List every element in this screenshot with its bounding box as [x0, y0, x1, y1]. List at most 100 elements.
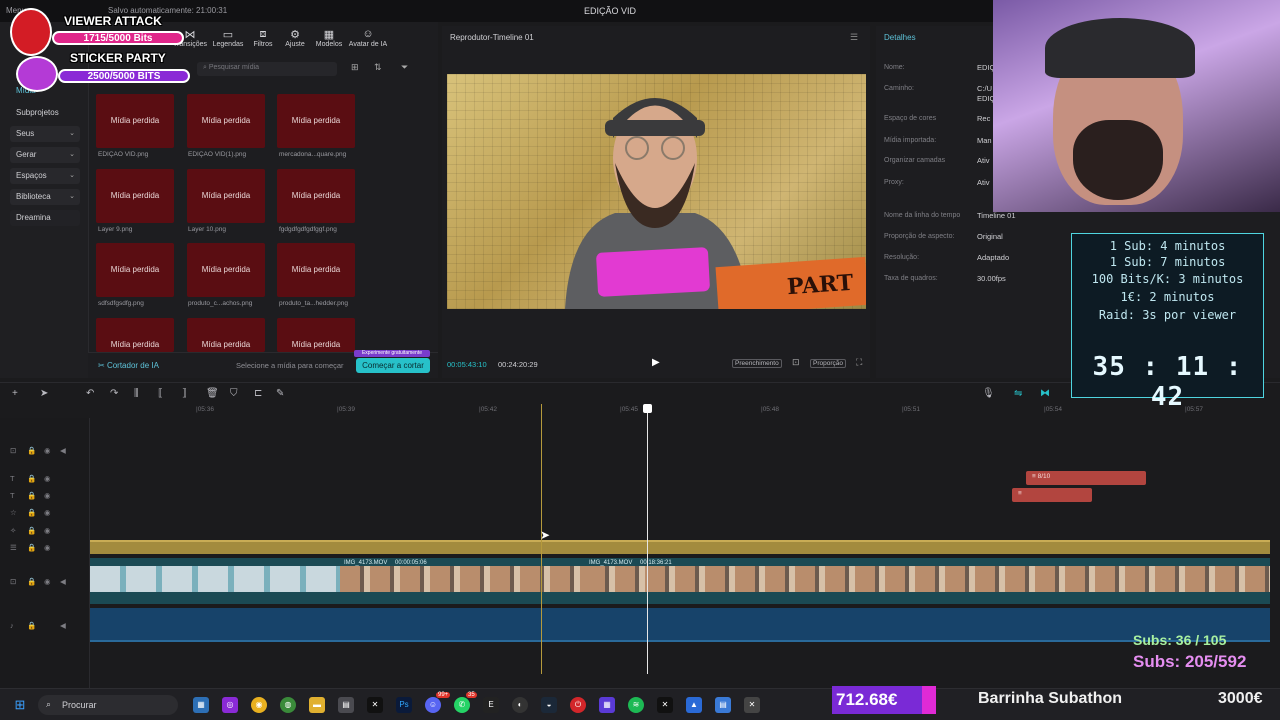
media-search-input[interactable]: ⌕ Pesquisar mídia [197, 62, 337, 76]
snapshot-icon[interactable]: ⊡ [792, 357, 800, 368]
capcut-icon[interactable]: ✕ [367, 697, 383, 713]
magnet-icon[interactable]: ⧓ [1040, 388, 1050, 399]
whatsapp-icon[interactable]: ✆ [454, 697, 470, 713]
sidebar-item-library[interactable]: Biblioteca ⌄ [10, 189, 80, 205]
fullscreen-icon[interactable]: ⛶ [856, 357, 862, 368]
epic-games-icon[interactable]: E [483, 697, 499, 713]
media-item[interactable]: Mídia perdida [277, 94, 355, 148]
browser-icon[interactable]: ◍ [280, 697, 296, 713]
photos-icon[interactable]: ▦ [193, 697, 209, 713]
spotify-icon[interactable]: ≋ [628, 697, 644, 713]
media-item[interactable]: Mídia perdida [96, 94, 174, 148]
redo-icon[interactable]: ↷ [110, 388, 118, 399]
lock-icon[interactable]: 🔒 [27, 446, 36, 455]
ai-cutter-link[interactable]: ✂ Cortador de IA [98, 361, 159, 370]
sidebar-item-subprojects[interactable]: Subprojetos [16, 108, 59, 117]
lock-icon[interactable]: 🔒 [27, 474, 36, 483]
lock-icon[interactable]: 🔒 [27, 543, 36, 552]
capcut-alt-icon[interactable]: ✕ [657, 697, 673, 713]
aspect-ratio-button[interactable]: Proporção [810, 359, 846, 368]
media-item[interactable]: Mídia perdida [96, 169, 174, 223]
media-item[interactable]: Mídia perdida [187, 94, 265, 148]
toolbar-adjust[interactable]: ⚙ Ajuste [276, 28, 314, 48]
trim-right-icon[interactable]: ⟧ [182, 388, 187, 399]
crop-icon[interactable]: ⊏ [254, 388, 262, 399]
media-item[interactable]: Mídia perdida [96, 318, 174, 352]
add-icon[interactable]: + [12, 388, 18, 399]
filter-icon[interactable]: ⏷ [401, 62, 408, 73]
video-preview[interactable]: PART [447, 74, 866, 309]
sidebar-item-yours[interactable]: Seus ⌄ [10, 126, 80, 142]
undo-icon[interactable]: ↶ [86, 388, 94, 399]
eye-icon[interactable]: ◉ [44, 526, 51, 535]
eye-icon[interactable]: ◉ [44, 508, 51, 517]
eye-icon[interactable]: ◉ [44, 446, 51, 455]
steam-icon[interactable]: ◒ [541, 697, 557, 713]
power-app-icon[interactable]: ⏻ [570, 697, 586, 713]
media-item[interactable]: Mídia perdida [187, 318, 265, 352]
marker-icon[interactable]: ⛉ [230, 388, 238, 399]
microphone-icon[interactable]: 🎙 [982, 388, 995, 399]
draw-icon[interactable]: ✎ [276, 388, 284, 399]
timeline-tracks[interactable]: IMG_4173.MOV 00:00:05:06 IMG_4173.MOV 00… [0, 418, 1280, 688]
toolbar-captions[interactable]: ▭ Legendas [209, 28, 247, 48]
pointer-icon[interactable]: ➤ [40, 388, 48, 399]
media-item[interactable]: Mídia perdida [187, 169, 265, 223]
media-item[interactable]: Mídia perdida [277, 318, 355, 352]
video-clip[interactable] [340, 566, 585, 592]
drive-icon[interactable]: ▲ [686, 697, 702, 713]
media-item[interactable]: Mídia perdida [187, 243, 265, 297]
photoshop-icon[interactable]: Ps [396, 697, 412, 713]
capcut-active-icon[interactable]: ✕ [744, 697, 760, 713]
toolbar-templates[interactable]: ▦ Modelos [310, 28, 348, 48]
video-clip[interactable] [90, 566, 340, 592]
lock-icon[interactable]: 🔒 [27, 621, 36, 630]
adjustment-track-clip[interactable] [90, 540, 1270, 554]
eye-icon[interactable]: ◉ [44, 474, 51, 483]
notepad-icon[interactable]: ▤ [715, 697, 731, 713]
camera-app-icon[interactable]: ◎ [222, 697, 238, 713]
delete-icon[interactable]: 🗑 [206, 388, 219, 399]
lock-icon[interactable]: 🔒 [27, 526, 36, 535]
chrome-icon[interactable]: ◉ [251, 697, 267, 713]
eye-icon[interactable]: ◉ [44, 577, 51, 586]
play-icon[interactable]: ▶ [652, 357, 660, 368]
lock-icon[interactable]: 🔒 [27, 577, 36, 586]
text-clip[interactable]: ≡ 8/10 [1026, 471, 1146, 485]
discord-icon[interactable]: ☺ [425, 697, 441, 713]
media-item[interactable]: Mídia perdida [96, 243, 174, 297]
folder-icon[interactable]: ▬ [309, 697, 325, 713]
eye-icon[interactable]: ◉ [44, 491, 51, 500]
toolbar-ai-avatar[interactable]: ☺ Avatar de IA [346, 28, 390, 48]
menu-icon[interactable]: ☰ [850, 32, 858, 43]
text-clip[interactable]: ≡ [1012, 488, 1092, 502]
lock-icon[interactable]: 🔒 [27, 491, 36, 500]
video-clip[interactable] [585, 566, 1270, 592]
volume-icon[interactable]: ◀ [60, 446, 66, 455]
grid-view-icon[interactable]: ⊞ [351, 62, 359, 73]
taskbar-search[interactable]: ⌕ Procurar [38, 695, 178, 715]
lock-icon[interactable]: 🔒 [27, 508, 36, 517]
trim-left-icon[interactable]: ⟦ [158, 388, 163, 399]
volume-icon[interactable]: ◀ [60, 577, 66, 586]
split-icon[interactable]: ⫼ [134, 388, 139, 399]
eye-icon[interactable]: ◉ [44, 543, 51, 552]
sidebar-item-spaces[interactable]: Espaços ⌄ [10, 168, 80, 184]
media-item[interactable]: Mídia perdida [277, 169, 355, 223]
windows-start-icon[interactable]: ⊞ [12, 697, 28, 713]
video-track[interactable]: IMG_4173.MOV 00:00:05:06 IMG_4173.MOV 00… [90, 558, 1270, 604]
sort-icon[interactable]: ⇅ [374, 62, 382, 73]
sidebar-item-dreamina[interactable]: Dreamina [10, 210, 80, 226]
sidebar-item-generate[interactable]: Gerar ⌄ [10, 147, 80, 163]
playhead-handle[interactable] [643, 404, 652, 413]
audio-track-clip[interactable] [90, 608, 1270, 642]
start-cutting-button[interactable]: Começar a cortar [356, 358, 430, 373]
obs-icon[interactable]: ◐ [512, 697, 528, 713]
fill-mode-button[interactable]: Preenchimento [732, 359, 782, 368]
media-item[interactable]: Mídia perdida [277, 243, 355, 297]
calculator-icon[interactable]: ▤ [338, 697, 354, 713]
volume-icon[interactable]: ◀ [60, 621, 66, 630]
playhead[interactable] [643, 404, 652, 674]
streamdeck-icon[interactable]: ▦ [599, 697, 615, 713]
link-icon[interactable]: ⇋ [1014, 388, 1022, 399]
